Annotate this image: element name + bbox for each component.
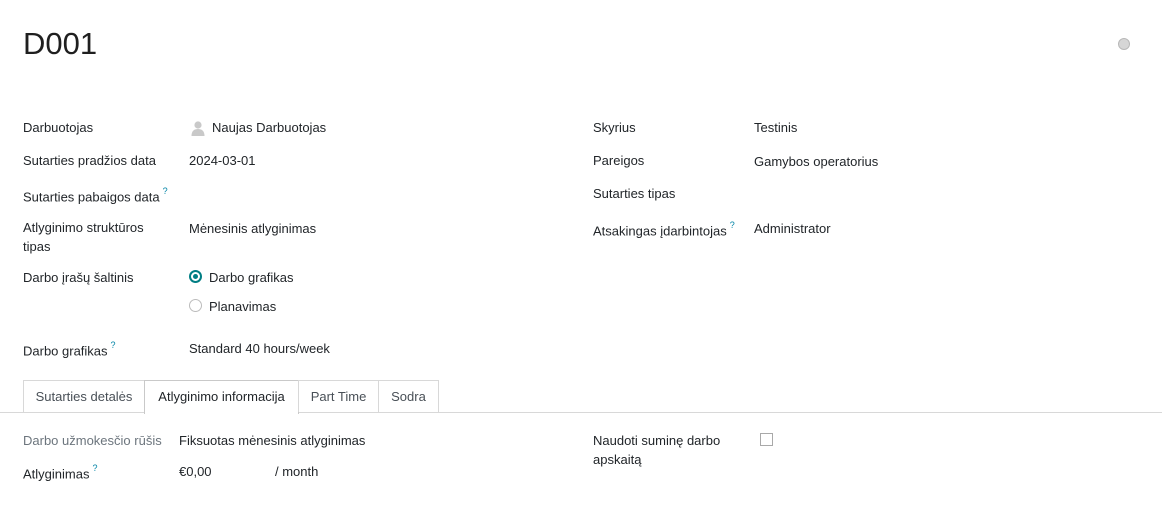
schedule-value[interactable]: Standard 40 hours/week [189, 339, 330, 358]
salary-structure-label-line1: Atlyginimo struktūros [23, 220, 144, 235]
responsible-label-text: Atsakingas įdarbintojas [593, 223, 727, 239]
work-source-label: Darbo įrašų šaltinis [23, 270, 134, 285]
end-date-label-text: Sutarties pabaigos data [23, 189, 160, 205]
page-title: D001 [23, 26, 98, 61]
wage-period: / month [275, 464, 319, 479]
help-icon[interactable]: ? [163, 186, 168, 196]
contract-type-label: Sutarties tipas [593, 186, 676, 201]
employee-label: Darbuotojas [23, 120, 94, 135]
schedule-label: Darbo grafikas? [23, 338, 116, 360]
department-value[interactable]: Testinis [754, 118, 797, 137]
help-icon[interactable]: ? [730, 220, 735, 230]
position-label: Pareigos [593, 153, 645, 168]
department-label: Skyrius [593, 120, 636, 135]
wage-input[interactable]: €0,00 [179, 462, 212, 481]
status-indicator[interactable] [1118, 38, 1130, 50]
cumulative-accounting-label: Naudoti suminę darbo apskaitą [593, 431, 720, 469]
employee-value[interactable]: Naujas Darbuotojas [212, 118, 326, 137]
wage-type-label: Darbo užmokesčio rūšis [23, 433, 162, 448]
radio-work-schedule[interactable] [189, 270, 202, 283]
cumulative-accounting-checkbox[interactable] [760, 433, 773, 446]
radio-work-schedule-label[interactable]: Darbo grafikas [209, 268, 294, 287]
wage-label: Atlyginimas? [23, 461, 97, 483]
tab-contract-details[interactable]: Sutarties detalės [23, 380, 145, 412]
tab-part-time[interactable]: Part Time [298, 380, 379, 412]
help-icon[interactable]: ? [111, 340, 116, 350]
responsible-label: Atsakingas įdarbintojas? [593, 218, 735, 240]
start-date-value[interactable]: 2024-03-01 [189, 151, 256, 170]
cumulative-accounting-label-line1: Naudoti suminę darbo [593, 433, 721, 448]
salary-structure-label: Atlyginimo struktūros tipas [23, 218, 144, 256]
cumulative-accounting-label-line2: apskaitą [593, 452, 642, 467]
tab-salary-info[interactable]: Atlyginimo informacija [144, 380, 299, 414]
position-value[interactable]: Gamybos operatorius [754, 152, 878, 171]
help-icon[interactable]: ? [92, 463, 97, 473]
salary-structure-value[interactable]: Mėnesinis atlyginimas [189, 219, 316, 238]
user-avatar-icon [191, 121, 205, 136]
responsible-value[interactable]: Administrator [754, 219, 831, 238]
tab-sodra[interactable]: Sodra [378, 380, 439, 412]
end-date-label: Sutarties pabaigos data? [23, 184, 168, 206]
wage-label-text: Atlyginimas [23, 466, 90, 482]
radio-planning-label[interactable]: Planavimas [209, 297, 276, 316]
schedule-label-text: Darbo grafikas [23, 343, 108, 359]
start-date-label: Sutarties pradžios data [23, 153, 156, 168]
wage-type-value[interactable]: Fiksuotas mėnesinis atlyginimas [179, 431, 365, 450]
salary-structure-label-line2: tipas [23, 239, 51, 254]
radio-planning[interactable] [189, 299, 202, 312]
